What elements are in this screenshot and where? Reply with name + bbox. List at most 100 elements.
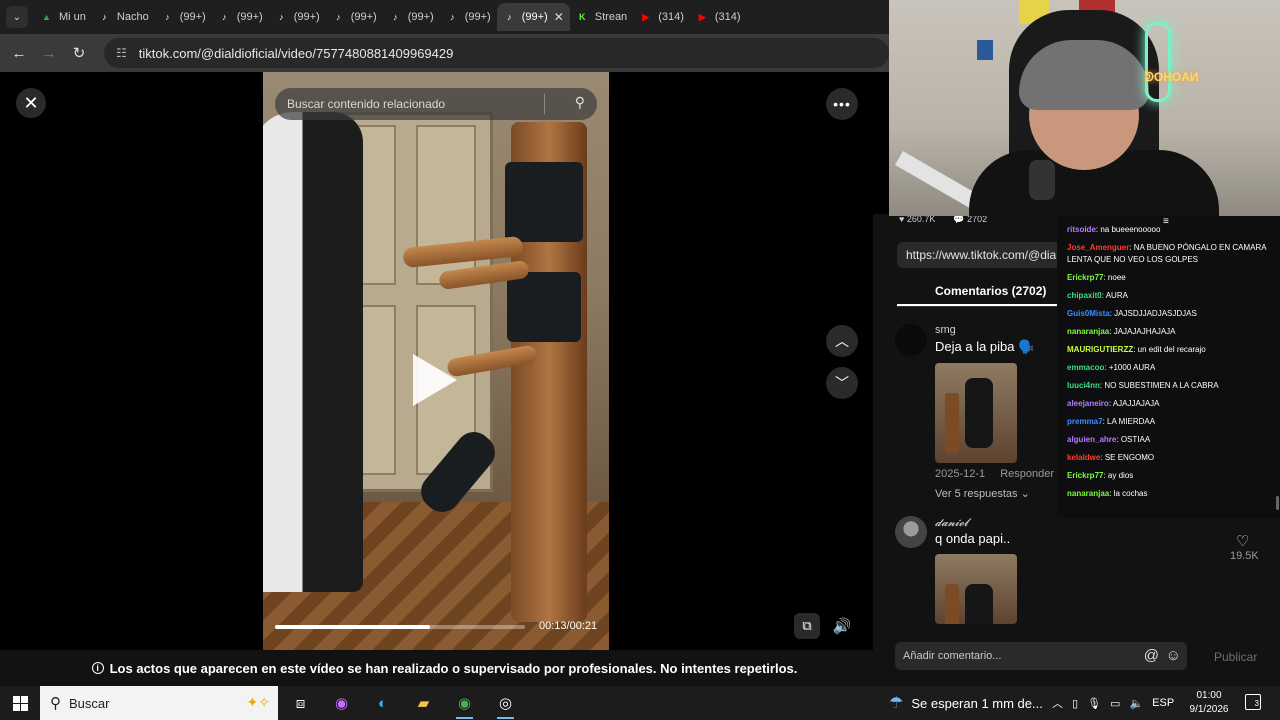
tab-label: (99+) <box>179 11 206 23</box>
reply-button[interactable]: Responder <box>1000 468 1054 480</box>
chat-message: aleejaneiro: AJAJJAJAJA <box>1067 399 1160 408</box>
notification-icon[interactable]: 3 <box>1245 694 1261 710</box>
tab-1[interactable]: ♪ Nacho <box>92 3 155 31</box>
back-button[interactable]: ← <box>4 38 34 68</box>
emoji-icon[interactable]: ☺ <box>1166 647 1181 664</box>
avatar[interactable] <box>895 324 927 356</box>
previous-video-button[interactable]: ︿ <box>826 325 858 357</box>
tiktok-icon: ♪ <box>102 12 107 22</box>
taskbar-search[interactable]: ⚲ Buscar ✦✧ <box>40 686 278 720</box>
tab-11[interactable]: ▶ (314) <box>690 3 747 31</box>
tab-9[interactable]: K Strean <box>570 3 633 31</box>
chat-username[interactable]: luuci4nn <box>1067 381 1100 390</box>
more-options-button[interactable]: ••• <box>826 88 858 120</box>
tab-0[interactable]: ▲ Mi un <box>34 3 92 31</box>
chat-text: JAJAJAJHAJAJA <box>1113 327 1176 336</box>
edge-icon[interactable]: ◐ <box>362 686 403 720</box>
view-replies-button[interactable]: Ver 5 respuestas ⌄ <box>935 487 1030 500</box>
screen: ⌄ ▲ Mi un ♪ Nacho ♪ (99+) ♪ (99+) ♪ (99+) ♪ (99+) ♪ (… <box>0 0 1280 720</box>
chat-username[interactable]: aleejaneiro <box>1067 399 1109 408</box>
chat-username[interactable]: Erickrp77 <box>1067 273 1103 282</box>
speaker-icon[interactable]: 🔈 <box>1129 697 1143 710</box>
comment-video-thumbnail[interactable] <box>935 363 1017 463</box>
volume-icon[interactable]: 🔊 <box>828 613 856 639</box>
comment-like-icon[interactable]: ♡ <box>1236 532 1249 550</box>
forward-button[interactable]: → <box>34 38 64 68</box>
system-tray: ︿ ▯ 🎙 ▭ 🔈 ESP <box>1052 686 1174 720</box>
file-explorer-icon[interactable]: ▰ <box>403 686 444 720</box>
weather-text: Se esperan 1 mm de... <box>911 695 1043 711</box>
comment-username[interactable]: smg <box>935 324 956 336</box>
chat-username[interactable]: MAURIGUTIERZZ <box>1067 345 1133 354</box>
search-icon[interactable]: ⚲ <box>575 94 585 111</box>
chat-message-list: ritsoide: na bueeenooooo Jose_Amenguer: N… <box>1067 224 1270 500</box>
publish-button[interactable]: Publicar <box>1214 650 1257 664</box>
comment-username[interactable]: 𝓭𝓪𝓷𝓲𝓮𝓵 <box>935 516 968 530</box>
language-indicator[interactable]: ESP <box>1152 697 1174 709</box>
tab-comments[interactable]: Comentarios (2702) <box>935 284 1046 298</box>
related-search-input[interactable]: Buscar contenido relacionado ⚲ <box>275 88 597 120</box>
tab-2[interactable]: ♪ (99+) <box>155 3 212 31</box>
close-tab-icon[interactable]: ✕ <box>554 10 564 24</box>
task-view-icon[interactable]: ⧈ <box>280 686 321 720</box>
next-video-button[interactable]: ﹀ <box>826 367 858 399</box>
picture-in-picture-icon[interactable]: ⧉ <box>794 613 820 639</box>
network-icon[interactable]: ▭ <box>1110 697 1120 710</box>
comment-video-thumbnail[interactable] <box>935 554 1017 624</box>
address-bar[interactable]: ☷ tiktok.com/@dialdioficial/video/757748… <box>104 38 889 68</box>
copilot-icon[interactable]: ◉ <box>321 686 362 720</box>
close-video-button[interactable]: ✕ <box>16 88 46 118</box>
tiktok-icon: ♪ <box>164 12 170 22</box>
video-progress-bar[interactable] <box>275 625 525 629</box>
chrome-icon[interactable]: ◉ <box>444 686 485 720</box>
neon-sign-text: ᕲOHOAИ <box>1145 70 1199 84</box>
copy-link-field[interactable]: https://www.tiktok.com/@dialdi <box>897 242 1067 268</box>
chat-username[interactable]: premma7 <box>1067 417 1103 426</box>
video-progress-fill <box>275 625 430 629</box>
clock[interactable]: 01:00 9/1/2026 <box>1186 689 1232 717</box>
mic-icon[interactable]: 🎙 <box>1087 697 1101 710</box>
chat-username[interactable]: Jose_Amenguer <box>1067 243 1129 252</box>
comment-text: q onda papi.. <box>935 531 1011 546</box>
avatar[interactable] <box>895 516 927 548</box>
chat-username[interactable]: ritsoide <box>1067 225 1096 234</box>
chat-username[interactable]: emmacoo <box>1067 363 1104 372</box>
tab-8[interactable]: ♪ (99+) ✕ <box>496 3 570 31</box>
tab-5[interactable]: ♪ (99+) <box>326 3 383 31</box>
add-comment-input[interactable]: Añadir comentario... @ ☺ <box>895 642 1187 670</box>
tab-4[interactable]: ♪ (99+) <box>269 3 326 31</box>
device-icon[interactable]: ▯ <box>1072 697 1078 710</box>
chat-username[interactable]: Erickrp77 <box>1067 471 1103 480</box>
chat-username[interactable]: nanaranjaa <box>1067 327 1109 336</box>
browser-toolbar: ← → ↻ ☷ tiktok.com/@dialdioficial/video/… <box>0 34 889 72</box>
chat-username[interactable]: Guis0Mista <box>1067 309 1110 318</box>
chat-username[interactable]: chipaxit0 <box>1067 291 1102 300</box>
weather-widget[interactable]: ☂ Se esperan 1 mm de... <box>889 686 1043 720</box>
video-time: 00:13/00:21 <box>539 620 598 632</box>
chat-text: +1000 AURA <box>1108 363 1156 372</box>
chat-username[interactable]: alguien_ahre <box>1067 435 1116 444</box>
chat-text: noee <box>1107 273 1126 282</box>
tab-3[interactable]: ♪ (99+) <box>212 3 269 31</box>
tab-7[interactable]: ♪ (99+) <box>440 3 497 31</box>
mention-icon[interactable]: @ <box>1144 647 1159 664</box>
play-icon[interactable] <box>413 354 457 406</box>
tab-label: Mi un <box>59 11 86 23</box>
comment-meta: 2025-12-1 Responder <box>935 468 1054 480</box>
related-search-placeholder: Buscar contenido relacionado <box>287 97 446 111</box>
tab-6[interactable]: ♪ (99+) <box>383 3 440 31</box>
chat-username[interactable]: kelaldwe <box>1067 453 1100 462</box>
site-info-icon[interactable]: ☷ <box>116 46 127 60</box>
video-player[interactable]: Buscar contenido relacionado ⚲ 00:13/00:… <box>263 72 609 686</box>
tab-10[interactable]: ▶ (314) <box>633 3 690 31</box>
clock-time: 01:00 <box>1196 690 1222 701</box>
tab-search-button[interactable]: ⌄ <box>6 6 28 28</box>
reload-button[interactable]: ↻ <box>64 38 94 68</box>
start-button[interactable] <box>0 686 40 720</box>
obs-icon[interactable]: ◎ <box>485 686 526 720</box>
youtube-icon: ▶ <box>698 11 706 22</box>
rain-umbrella-icon: ☂ <box>889 695 904 712</box>
chat-username[interactable]: nanaranjaa <box>1067 489 1109 498</box>
chat-message: Erickrp77: ay dios <box>1067 471 1134 480</box>
tray-overflow-icon[interactable]: ︿ <box>1052 695 1063 711</box>
